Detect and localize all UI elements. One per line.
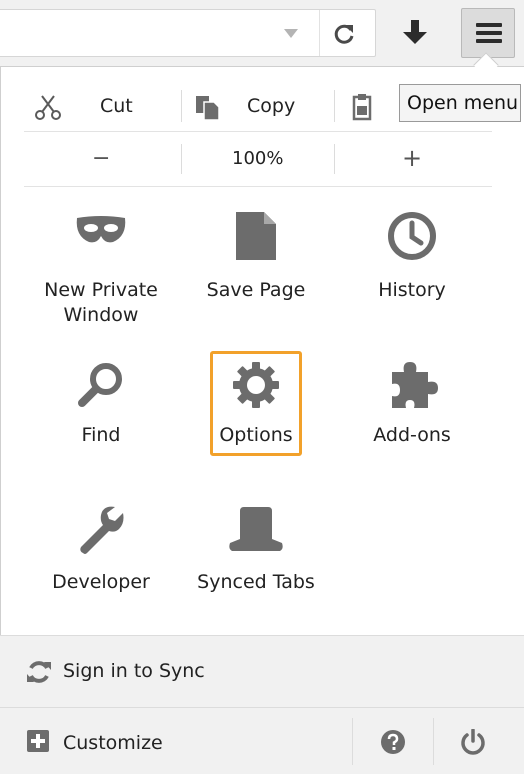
sync-icon [27,661,51,683]
add-ons-button[interactable]: Add-ons [334,358,490,458]
synced-tabs-icon [229,507,283,551]
synced-tabs-label: Synced Tabs [197,571,315,593]
zoom-separator [181,144,182,174]
synced-tabs-button[interactable]: Synced Tabs [178,505,334,605]
edit-separator [334,90,335,122]
developer-label: Developer [52,571,150,593]
open-menu-button[interactable] [461,8,515,58]
zoom-in-button[interactable]: + [402,144,422,172]
addons-puzzle-icon [392,362,438,408]
add-ons-label: Add-ons [373,424,451,446]
developer-button[interactable]: Developer [23,505,179,605]
sign-in-to-sync-label: Sign in to Sync [63,660,205,682]
hamburger-menu-icon [476,23,502,43]
save-page-label: Save Page [206,279,306,301]
sign-in-to-sync-button[interactable]: Sign in to Sync [0,635,524,707]
private-mask-icon [76,216,126,243]
footer-separator [433,718,434,765]
paste-icon[interactable] [350,92,374,122]
customize-label: Customize [63,732,163,754]
new-private-window-label-line2: Window [63,304,139,326]
power-icon[interactable] [460,729,486,755]
history-button[interactable]: History [334,210,490,310]
save-page-button[interactable]: Save Page [178,210,334,310]
dropdown-arrow-icon[interactable] [281,25,301,41]
edit-separator [181,90,182,122]
new-private-window-label-line1: New Private [44,279,158,301]
options-label: Options [219,424,293,446]
scissors-icon[interactable] [34,94,62,122]
download-arrow-icon[interactable] [394,12,436,54]
find-label: Find [81,424,121,446]
open-menu-tooltip: Open menu [399,84,521,122]
history-clock-icon [388,212,436,260]
copy-icon[interactable] [194,94,222,122]
customize-plus-icon [27,730,49,752]
copy-button[interactable]: Copy [247,95,295,117]
history-label: History [378,279,446,301]
help-icon[interactable] [380,729,406,755]
footer-separator [352,718,353,765]
reload-icon[interactable] [331,21,357,47]
customize-button[interactable]: Customize [0,708,352,774]
url-bar[interactable] [0,9,376,57]
options-gear-icon [233,362,279,408]
cut-button[interactable]: Cut [100,95,133,117]
zoom-reset-button[interactable]: 100% [232,148,283,169]
footer-bar: Customize [0,707,524,774]
save-page-icon [236,212,276,260]
find-magnifier-icon [78,363,122,407]
find-button[interactable]: Find [23,360,179,460]
zoom-separator [334,144,335,174]
options-button[interactable]: Options [178,360,334,460]
new-private-window-button[interactable]: New Private Window [23,210,179,330]
urlbar-separator [319,10,320,56]
developer-wrench-icon [80,506,124,554]
zoom-controls: − 100% + [24,132,492,187]
navigation-toolbar [0,0,524,66]
zoom-out-button[interactable]: − [92,146,110,171]
